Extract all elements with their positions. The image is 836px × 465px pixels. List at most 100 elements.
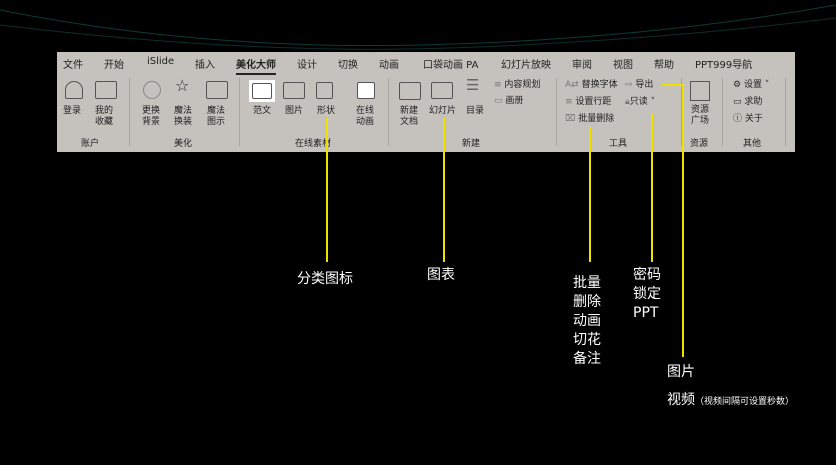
annotation-line: 备注	[573, 351, 601, 367]
annotation-video: 视频（视频间隔可设置秒数）	[667, 391, 794, 412]
magic-diagram-icon	[206, 81, 228, 99]
annotation-image: 图片	[667, 364, 695, 380]
magic-outfit-button[interactable]: 魔法 换装	[174, 106, 192, 128]
new-document-icon	[399, 82, 421, 100]
readonly-label: 只读	[629, 97, 648, 107]
divider	[129, 78, 130, 146]
background-decoration	[0, 4, 836, 50]
magic-wand-icon: ☆	[175, 76, 190, 95]
change-background-button[interactable]: 更换 背景	[142, 106, 160, 128]
toc-button[interactable]: 目录	[466, 106, 484, 117]
content-planning-button[interactable]: ≡ 内容规划	[494, 80, 540, 91]
line-spacing-button[interactable]: ≡ 设置行距	[565, 97, 611, 108]
tab-insert[interactable]: 插入	[195, 56, 215, 71]
tab-help[interactable]: 帮助	[654, 56, 674, 71]
image-icon	[283, 82, 305, 99]
export-button[interactable]: ⇨ 导出	[625, 80, 653, 91]
settings-dropdown[interactable]: ⚙ 设置 ˅	[733, 80, 769, 91]
user-icon	[65, 81, 83, 99]
batch-delete-icon: ⌧	[565, 114, 579, 124]
folder-heart-icon	[95, 81, 117, 99]
readonly-dropdown[interactable]: 🔒︎只读 ˅	[625, 97, 655, 108]
grid-icon	[690, 81, 710, 101]
tab-meihua[interactable]: 美化大师	[236, 56, 276, 75]
callout-line-batch-delete	[589, 127, 591, 262]
annotation-line: 动画	[573, 313, 601, 329]
annotation-line: 批量	[573, 275, 601, 291]
group-label-resource: 资源	[690, 139, 709, 149]
slide-button[interactable]: 幻灯片	[429, 106, 456, 117]
annotation-video-label: 视频	[667, 392, 695, 408]
annotation-line: 密码	[633, 267, 661, 283]
callout-line-readonly	[651, 114, 653, 262]
new-document-button[interactable]: 新建 文档	[400, 106, 418, 128]
callout-line-export-h	[662, 84, 683, 86]
group-label-tools: 工具	[609, 139, 628, 149]
annotation-batch-delete: 批量 删除 动画 切花 备注	[573, 274, 601, 369]
line-spacing-label: 设置行距	[575, 97, 612, 107]
album-icon: ▭	[494, 96, 506, 106]
export-icon: ⇨	[625, 80, 636, 90]
about-label: 关于	[744, 114, 763, 124]
tab-ppt999[interactable]: PPT999导航	[695, 56, 752, 71]
divider	[239, 78, 240, 146]
shape-icon	[316, 82, 333, 99]
replace-font-label: 替换字体	[581, 80, 618, 90]
favorites-button[interactable]: 我的 收藏	[95, 106, 113, 128]
annotation-line: 锁定	[633, 286, 661, 302]
divider	[722, 78, 723, 146]
slide-icon	[431, 82, 453, 99]
callout-line-shape	[326, 118, 328, 262]
content-planning-label: 内容规划	[504, 80, 541, 90]
annotation-line: 切花	[573, 332, 601, 348]
annotation-video-note: （视频间隔可设置秒数）	[695, 397, 795, 407]
tab-home[interactable]: 开始	[104, 56, 124, 71]
divider	[556, 78, 557, 146]
callout-line-slide	[443, 118, 445, 262]
essay-button[interactable]: 范文	[253, 106, 271, 117]
about-button[interactable]: ⓘ 关于	[733, 114, 763, 125]
tab-transition[interactable]: 切换	[338, 56, 358, 71]
settings-label: 设置	[743, 80, 762, 90]
replace-font-icon: A⇄	[565, 80, 582, 90]
refresh-icon	[143, 81, 161, 99]
replace-font-button[interactable]: A⇄ 替换字体	[565, 80, 618, 91]
tab-view[interactable]: 视图	[613, 56, 633, 71]
chat-icon: ▭	[733, 97, 745, 107]
magic-diagram-button[interactable]: 魔法 图示	[207, 106, 225, 128]
tab-slideshow[interactable]: 幻灯片放映	[501, 56, 551, 71]
album-label: 画册	[505, 96, 524, 106]
tab-animation[interactable]: 动画	[379, 56, 399, 71]
image-button[interactable]: 图片	[285, 106, 303, 117]
annotation-line: PPT	[633, 305, 659, 321]
batch-delete-button[interactable]: ⌧ 批量删除	[565, 114, 614, 125]
help-label: 求助	[744, 97, 763, 107]
tab-islide[interactable]: iSlide	[147, 56, 174, 67]
list-icon: ☰	[466, 76, 480, 94]
ribbon-tabs: 文件 开始 iSlide 插入 美化大师 设计 切换 动画 口袋动画 PA 幻灯…	[57, 52, 795, 75]
annotation-password: 密码 锁定 PPT	[633, 266, 661, 323]
lines-icon: ≡	[494, 80, 505, 90]
divider	[388, 78, 389, 146]
shape-button[interactable]: 形状	[317, 106, 335, 117]
resource-square-button[interactable]: 资源 广场	[691, 105, 709, 127]
album-button[interactable]: ▭ 画册	[494, 96, 523, 107]
gear-icon: ⚙	[733, 80, 744, 90]
group-label-account: 账户	[81, 139, 100, 149]
tab-file[interactable]: 文件	[63, 56, 83, 71]
online-animation-icon	[357, 82, 375, 99]
help-button[interactable]: ▭ 求助	[733, 97, 762, 108]
line-spacing-icon: ≡	[565, 97, 576, 107]
tab-review[interactable]: 审阅	[572, 56, 592, 71]
group-label-new: 新建	[462, 139, 481, 149]
group-label-other: 其他	[743, 139, 762, 149]
online-animation-button[interactable]: 在线 动画	[356, 106, 374, 128]
annotation-chart: 图表	[427, 267, 455, 283]
ribbon: 文件 开始 iSlide 插入 美化大师 设计 切换 动画 口袋动画 PA 幻灯…	[57, 52, 795, 152]
login-button[interactable]: 登录	[63, 106, 81, 117]
tab-pocket-animation[interactable]: 口袋动画 PA	[423, 56, 478, 71]
annotation-line: 删除	[573, 294, 601, 310]
tab-design[interactable]: 设计	[297, 56, 317, 71]
annotation-category-icons: 分类图标	[297, 271, 353, 287]
divider	[785, 78, 786, 146]
